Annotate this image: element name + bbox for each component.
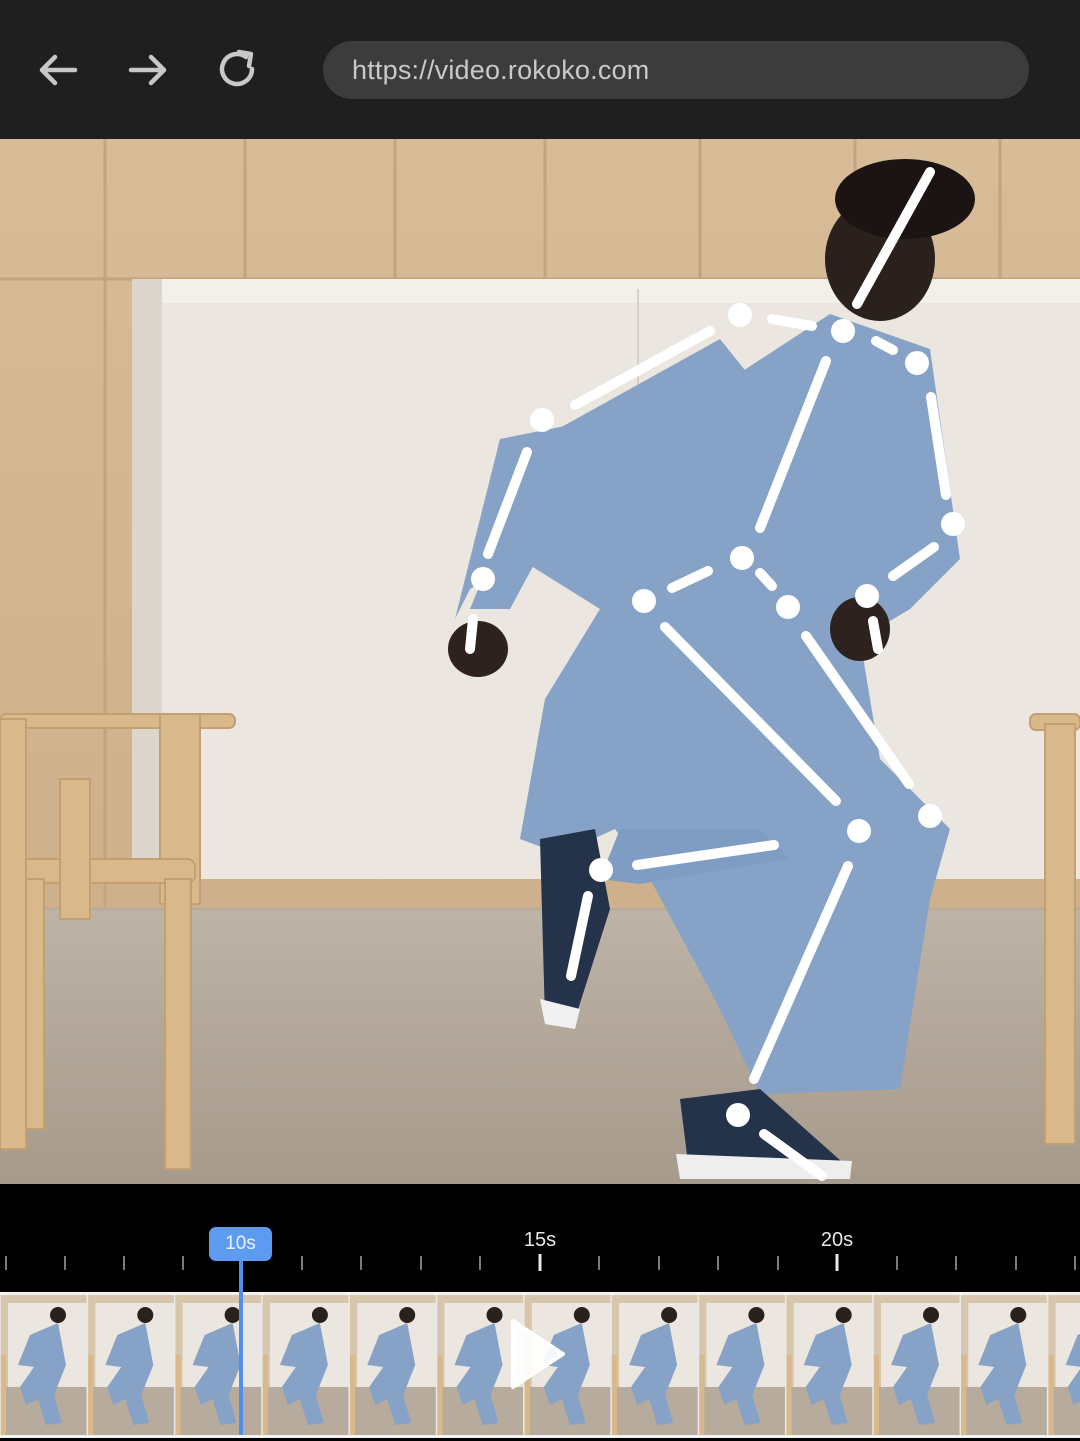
filmstrip-thumbnail: [784, 1295, 873, 1435]
filmstrip-thumbnail: [0, 1295, 88, 1435]
time-ruler[interactable]: 15s 20s: [0, 1184, 1080, 1289]
video-frame: [0, 139, 1080, 1184]
tick-label-20s: 20s: [820, 1229, 854, 1251]
reload-button[interactable]: [207, 40, 267, 100]
tick-label-15s: 15s: [523, 1229, 557, 1251]
play-icon: [511, 1319, 565, 1389]
address-bar[interactable]: https://video.rokoko.com: [323, 41, 1029, 99]
playhead-line[interactable]: [239, 1260, 243, 1435]
filmstrip-thumbnail: [959, 1295, 1048, 1435]
filmstrip-thumbnail: [173, 1295, 262, 1435]
arrow-left-icon: [39, 54, 78, 86]
filmstrip-thumbnail: [86, 1295, 175, 1435]
back-button[interactable]: [28, 40, 88, 100]
video-viewport[interactable]: [0, 139, 1080, 1184]
filmstrip-thumbnail: [872, 1295, 961, 1435]
play-button[interactable]: [507, 1315, 567, 1393]
reload-icon: [219, 49, 255, 87]
filmstrip-thumbnail: [697, 1295, 786, 1435]
timeline: 15s 20s 10s: [0, 1184, 1080, 1441]
url-text: https://video.rokoko.com: [352, 54, 650, 85]
browser-toolbar: https://video.rokoko.com: [0, 0, 1080, 139]
playhead-time-badge[interactable]: 10s: [209, 1227, 272, 1261]
left-hand: [448, 621, 508, 677]
forward-button[interactable]: [118, 40, 178, 100]
filmstrip-thumbnail: [610, 1295, 699, 1435]
filmstrip-thumbnail: [1046, 1295, 1080, 1435]
filmstrip-thumbnail: [348, 1295, 437, 1435]
arrow-right-icon: [128, 54, 167, 86]
filmstrip-thumbnail: [261, 1295, 350, 1435]
